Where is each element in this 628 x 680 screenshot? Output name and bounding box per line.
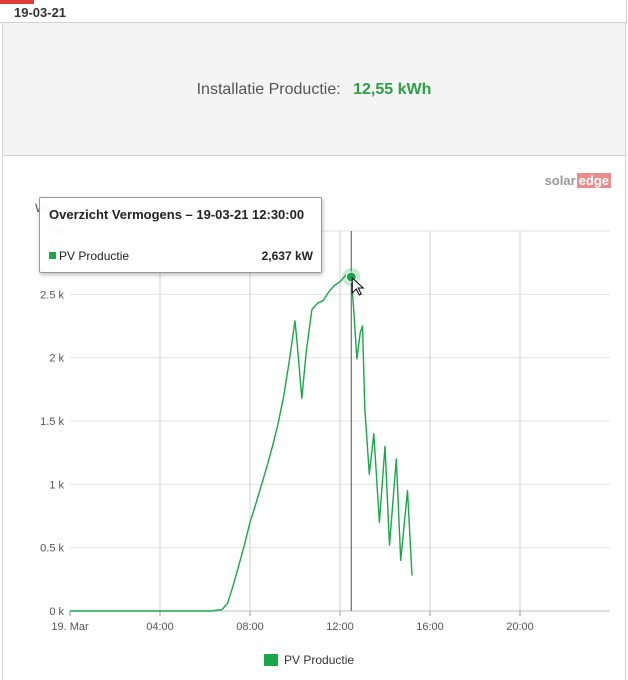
y-tick-label: 1 k	[49, 479, 64, 491]
tooltip-row: PV Productie 2,637 kW	[49, 249, 313, 263]
chart-tooltip: Overzicht Vermogens – 19-03-21 12:30:00 …	[39, 197, 322, 273]
x-tick-label: 12:00	[326, 621, 354, 633]
x-tick-label: 19. Mar	[51, 621, 89, 633]
chart-legend[interactable]: PV Productie	[264, 653, 354, 667]
legend-swatch	[264, 654, 278, 666]
y-tick-label: 0.5 k	[40, 543, 64, 555]
series-line-pv-productie	[70, 274, 413, 612]
y-tick-label: 2 k	[49, 353, 64, 365]
x-tick-label: 20:00	[506, 621, 534, 633]
power-chart[interactable]: 0 k0.5 k1 k1.5 k2 k2.5 k3 kW19. Mar04:00…	[0, 0, 628, 680]
x-tick-label: 08:00	[236, 621, 264, 633]
y-tick-label: 0 k	[49, 606, 64, 618]
tooltip-series-swatch	[49, 252, 56, 259]
legend-label: PV Productie	[284, 653, 355, 667]
tooltip-value: 2,637 kW	[261, 249, 313, 263]
y-tick-label: 1.5 k	[40, 416, 64, 428]
tooltip-title: Overzicht Vermogens – 19-03-21 12:30:00	[49, 207, 305, 222]
tooltip-series-name: PV Productie	[59, 249, 130, 263]
x-tick-label: 16:00	[416, 621, 444, 633]
y-tick-label: 2.5 k	[40, 289, 64, 301]
x-tick-label: 04:00	[146, 621, 174, 633]
